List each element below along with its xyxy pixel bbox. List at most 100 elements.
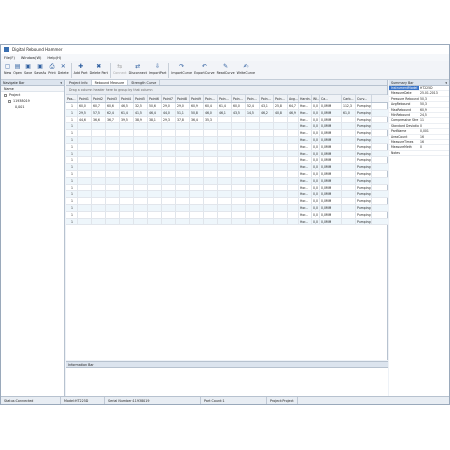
- table-row[interactable]: 1 Hor... 0,0 0,0MM Pumping: [66, 136, 388, 144]
- column-header[interactable]: Pos...: [66, 95, 78, 102]
- writecurve-button[interactable]: ✍ WriteCurve: [237, 61, 255, 79]
- table-cell: Pumping: [357, 184, 372, 191]
- print-button[interactable]: ⎙ Print: [48, 61, 56, 79]
- column-header[interactable]: Poin...: [204, 95, 218, 102]
- table-row[interactable]: 1 Hor... 0,0 0,0MM Pumping: [66, 211, 388, 219]
- saveas-button[interactable]: ▣ SaveAs: [34, 61, 46, 79]
- pin-icon[interactable]: ▾: [445, 80, 447, 85]
- table-cell: 1: [66, 136, 78, 143]
- tree-item-part[interactable]: 0,001: [1, 104, 64, 110]
- menu-window[interactable]: Window(W): [21, 56, 42, 60]
- table-cell: 1: [66, 143, 78, 150]
- importpart-button[interactable]: ⇩ ImportPart: [149, 61, 166, 79]
- column-header[interactable]: Point8: [176, 95, 190, 102]
- connect-button[interactable]: ⇆ Connect: [113, 61, 127, 79]
- add-part-button[interactable]: ✚ Add Part: [74, 61, 88, 79]
- column-header[interactable]: Point6: [148, 95, 162, 102]
- property-row[interactable]: Notes: [389, 151, 449, 157]
- table-row[interactable]: 1 44,6 36,6 36,7 39,5 38,9 38,1 29,3 37,8 36,4 35,…: [66, 116, 388, 124]
- delete-part-button[interactable]: ✖ Delete Part: [90, 61, 108, 79]
- column-header[interactable]: Point7: [162, 95, 176, 102]
- column-header[interactable]: Ca...: [320, 95, 342, 102]
- column-header[interactable]: Poin...: [274, 95, 288, 102]
- column-header[interactable]: Wi...: [312, 95, 320, 102]
- table-cell: [148, 157, 162, 164]
- table-cell: 0,0: [312, 116, 320, 123]
- table-row[interactable]: 1 Hor... 0,0 0,0MM Pumping: [66, 191, 388, 199]
- table-cell: [120, 157, 134, 164]
- column-header[interactable]: Hardn...: [299, 95, 312, 102]
- table-row[interactable]: 1 Hor... 0,0 0,0MM Pumping: [66, 143, 388, 151]
- column-header[interactable]: Poin...: [246, 95, 260, 102]
- table-cell: Hor...: [299, 164, 312, 170]
- tab-project-info[interactable]: Project Info: [66, 80, 92, 85]
- table-cell: 29,0: [162, 103, 176, 109]
- readcurve-button[interactable]: ✎ ReadCurve: [217, 61, 235, 79]
- information-panel: Information Bar: [66, 361, 388, 396]
- menu-help[interactable]: Help(H): [47, 56, 61, 60]
- table-row[interactable]: 1 60,0 60,7 60,6 46,5 32,5 50,6 29,0 29,0 60,9 60,…: [66, 103, 388, 110]
- open-button[interactable]: ▤ Open: [13, 61, 22, 79]
- column-header[interactable]: Poin...: [232, 95, 246, 102]
- information-panel-header: Information Bar: [66, 362, 388, 368]
- table-row[interactable]: 1 Hor... 0,0 0,0MM Pumping: [66, 157, 388, 165]
- column-header[interactable]: Curv...: [356, 95, 372, 102]
- expand-icon[interactable]: [8, 99, 11, 103]
- new-icon: ▢: [4, 63, 11, 70]
- table-cell: [274, 150, 288, 157]
- save-button[interactable]: ▣ Save: [24, 61, 32, 79]
- importcurve-button[interactable]: ↷ ImportCurve: [171, 61, 192, 79]
- disconnect-button[interactable]: ⇄ Disconnect: [129, 61, 147, 79]
- table-cell: [106, 218, 120, 225]
- delete-button[interactable]: ✕ Delete: [58, 61, 69, 79]
- column-header[interactable]: Poin...: [218, 95, 232, 102]
- table-cell: [232, 204, 246, 211]
- table-cell: [260, 211, 274, 218]
- table-cell: [106, 143, 120, 150]
- column-header[interactable]: Avg...: [288, 95, 299, 102]
- table-cell: [342, 177, 356, 184]
- tab-rebound-measure[interactable]: Rebound Measure: [91, 80, 129, 85]
- table-cell: [162, 198, 176, 204]
- column-header[interactable]: Point4: [120, 95, 134, 102]
- table-cell: [260, 177, 274, 184]
- expand-icon[interactable]: [4, 93, 7, 97]
- table-row[interactable]: 1 Hor... 0,0 0,0MM Pumping: [66, 204, 388, 212]
- table-cell: 1: [66, 191, 78, 198]
- table-row[interactable]: 1 Hor... 0,0 0,0MM Pumping: [66, 164, 388, 171]
- column-header[interactable]: Carb...: [342, 95, 356, 102]
- column-header[interactable]: Poin...: [260, 95, 274, 102]
- new-button[interactable]: ▢ New: [4, 61, 11, 79]
- menu-file[interactable]: File(F): [4, 56, 15, 60]
- table-cell: [148, 204, 162, 211]
- table-row[interactable]: 1 Hor... 0,0 0,0MM Pumping: [66, 130, 388, 137]
- table-cell: [92, 191, 106, 198]
- column-header[interactable]: Point1: [78, 95, 92, 102]
- table-cell: 60,0: [232, 103, 246, 109]
- table-cell: [106, 136, 120, 143]
- measure-grid: Pos... Point1 Point2 Point3 Point4 Point5 Poin…: [66, 95, 388, 226]
- tab-strength-curve[interactable]: Strength Curve: [128, 80, 161, 85]
- table-row[interactable]: 1 29,5 57,5 62,4 61,4 41,5 46,4 44,0 51,1 50,8 46,…: [66, 109, 388, 117]
- column-header[interactable]: Point9: [190, 95, 204, 102]
- table-row[interactable]: 1 Hor... 0,0 0,0MM Pumping: [66, 150, 388, 158]
- exportcurve-button[interactable]: ↶ ExportCurve: [194, 61, 215, 79]
- table-cell: [288, 204, 299, 211]
- center-panel: Project Info Rebound Measure Strength Cu…: [66, 80, 388, 360]
- column-header[interactable]: Point5: [134, 95, 148, 102]
- pin-icon[interactable]: ▾: [60, 80, 62, 85]
- column-header[interactable]: Point2: [92, 95, 106, 102]
- table-cell: [162, 184, 176, 191]
- table-cell: [218, 211, 232, 218]
- table-row[interactable]: 1 Hor... 0,0 0,0MM Pumping: [66, 198, 388, 205]
- table-row[interactable]: 1 Hor... 0,0 0,0MM Pumping: [66, 170, 388, 178]
- group-by-area[interactable]: Drag a column header here to group by th…: [66, 86, 387, 95]
- table-row[interactable]: 1 Hor... 0,0 0,0MM Pumping: [66, 177, 388, 185]
- column-header[interactable]: Point3: [106, 95, 120, 102]
- table-cell: Hor...: [299, 198, 312, 204]
- table-row[interactable]: 1 Hor... 0,0 0,0MM Pumping: [66, 123, 388, 131]
- table-row[interactable]: 1 Hor... 0,0 0,0MM Pumping: [66, 184, 388, 192]
- table-cell: [204, 143, 218, 150]
- table-cell: [176, 198, 190, 204]
- table-row[interactable]: 1 Hor... 0,0 0,0MM Pumping: [66, 218, 388, 226]
